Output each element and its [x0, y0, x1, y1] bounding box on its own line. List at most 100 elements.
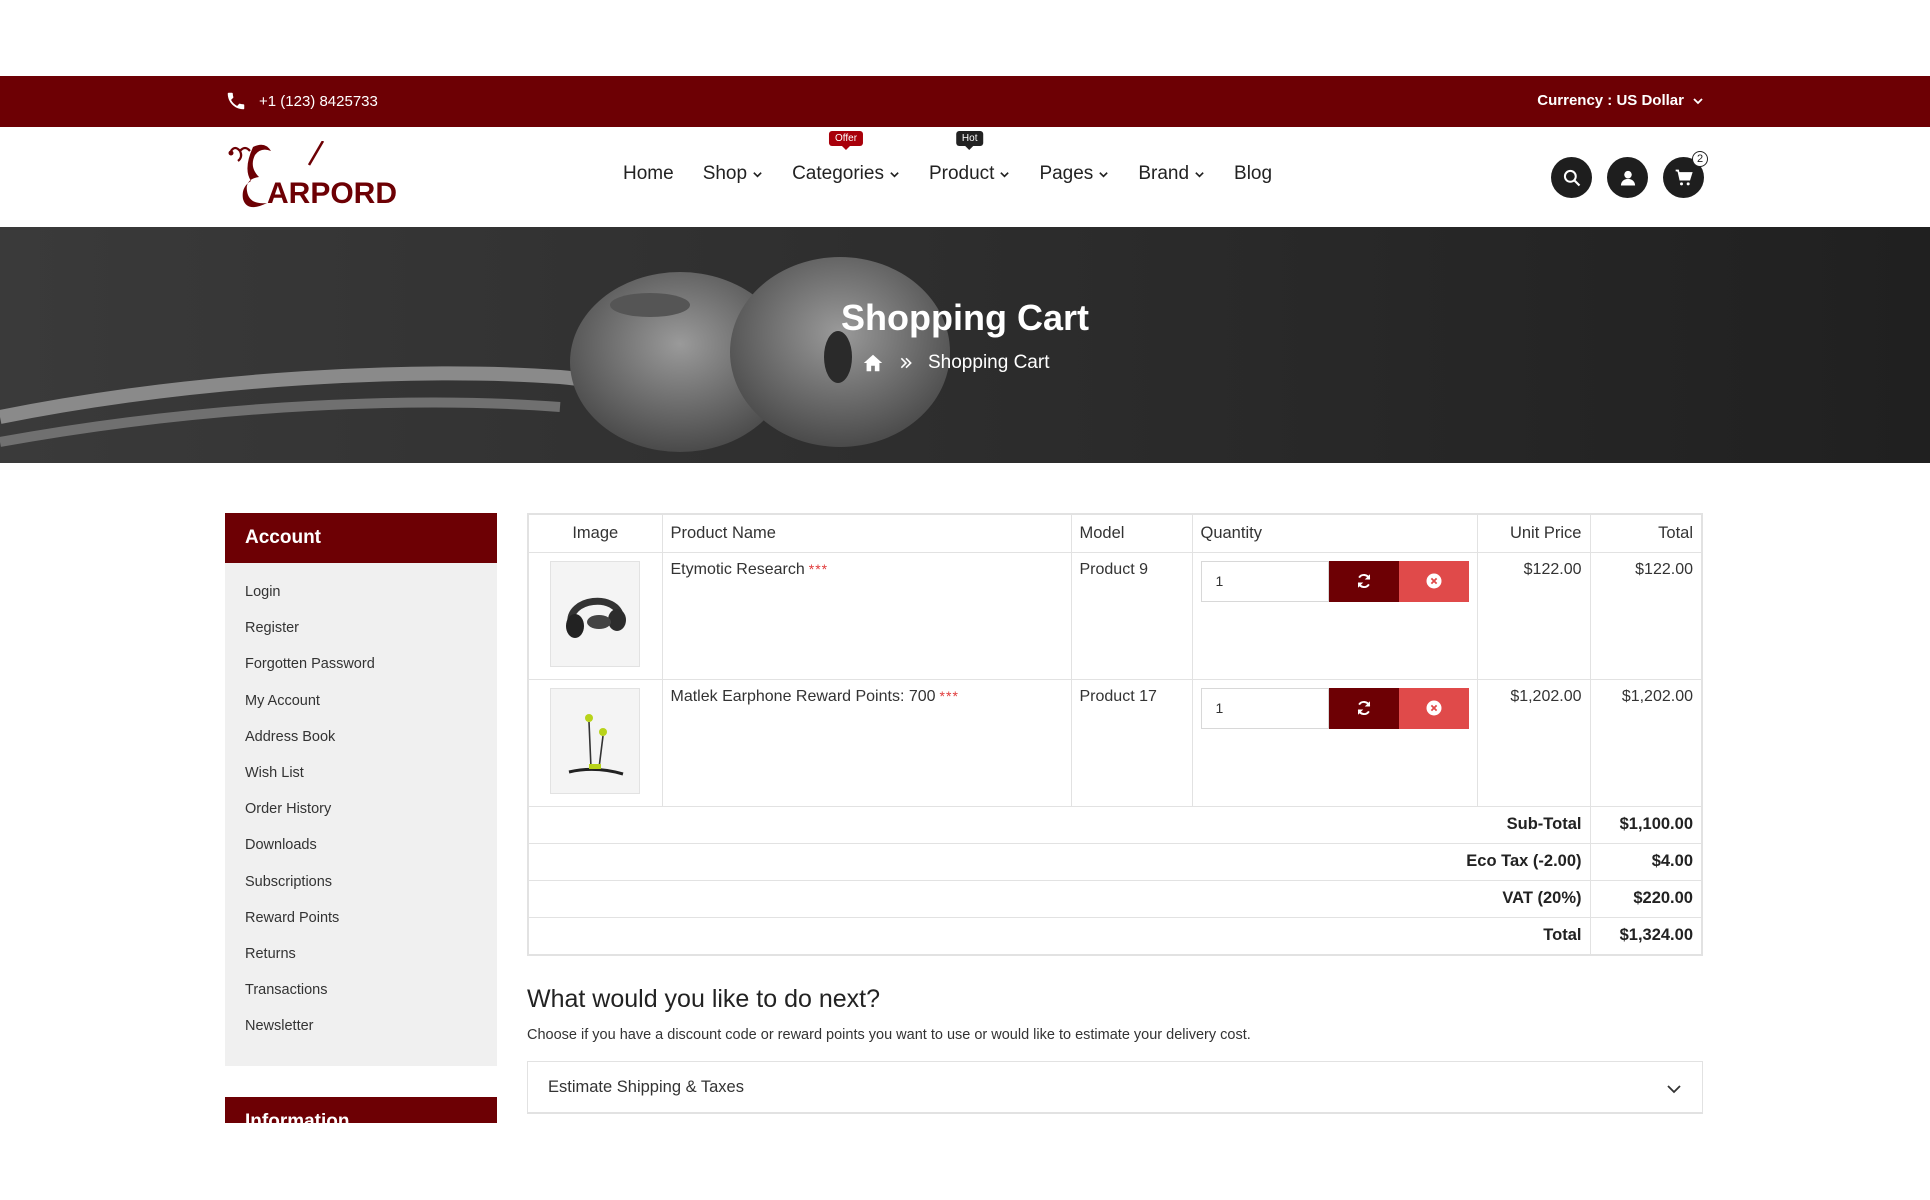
header-actions: 2	[1551, 151, 1708, 198]
nav-label: Shop	[702, 163, 748, 184]
summary-label: Eco Tax (-2.00)	[529, 843, 1591, 881]
summary-row-subtotal: Sub-Total $1,100.00	[529, 806, 1701, 844]
page-bottom-whitespace	[0, 1123, 1930, 1200]
nav-label: Home	[623, 163, 674, 184]
sidebar-item-newsletter[interactable]: Newsletter	[225, 1009, 497, 1045]
summary-label: VAT (20%)	[529, 880, 1591, 918]
sidebar-item-forgotten-password[interactable]: Forgotten Password	[225, 647, 497, 683]
quantity-input[interactable]	[1200, 687, 1329, 729]
product-model: Product 17	[1071, 679, 1193, 807]
nav-blog[interactable]: Blog	[1234, 163, 1272, 185]
summary-label: Total	[529, 917, 1591, 954]
summary-row-total: Total $1,324.00	[529, 917, 1701, 954]
page: +1 (123) 8425733 Currency : US Dollar AR…	[0, 0, 1930, 1200]
search-icon	[1563, 169, 1580, 186]
information-sidebar: Information	[225, 1097, 497, 1123]
sidebar-item-downloads[interactable]: Downloads	[225, 828, 497, 864]
sidebar-item-order-history[interactable]: Order History	[225, 792, 497, 828]
header: ARPORD Home Shop Offer Categories Hot Pr…	[0, 127, 1930, 227]
product-name-cell: Matlek Earphone Reward Points: 700 ***	[662, 679, 1072, 807]
currency-selector[interactable]: Currency : US Dollar	[1537, 92, 1704, 109]
currency-label: Currency : US Dollar	[1537, 92, 1684, 109]
nav-pages[interactable]: Pages	[1039, 163, 1109, 185]
product-name-link[interactable]: Matlek Earphone Reward Points: 700	[671, 688, 936, 705]
unit-price: $122.00	[1477, 552, 1591, 680]
phone-number: +1 (123) 8425733	[259, 92, 378, 110]
remove-button[interactable]	[1398, 560, 1469, 602]
sidebar-item-login[interactable]: Login	[225, 575, 497, 611]
nav-home[interactable]: Home	[623, 163, 674, 185]
nav-categories[interactable]: Offer Categories	[792, 131, 900, 185]
col-product-name: Product Name	[662, 515, 1072, 553]
nav-label: Product	[928, 163, 995, 184]
earphones-image	[568, 713, 624, 775]
cart-table: Image Product Name Model Quantity Unit P…	[527, 513, 1703, 956]
close-circle-icon	[1426, 700, 1441, 716]
page-title: Shopping Cart	[841, 297, 1089, 338]
col-image: Image	[529, 515, 663, 553]
remove-button[interactable]	[1398, 687, 1469, 729]
sidebar-item-returns[interactable]: Returns	[225, 937, 497, 973]
table-header-row: Image Product Name Model Quantity Unit P…	[529, 515, 1701, 553]
quantity-control	[1200, 687, 1469, 729]
nav-label: Categories	[792, 163, 884, 184]
sidebar-item-address-book[interactable]: Address Book	[225, 720, 497, 756]
page-banner: Shopping Cart Shopping Cart	[0, 227, 1930, 463]
product-name-link[interactable]: Etymotic Research	[671, 561, 805, 578]
sidebar-item-register[interactable]: Register	[225, 611, 497, 647]
top-bar: +1 (123) 8425733 Currency : US Dollar	[0, 76, 1930, 127]
quantity-control	[1200, 560, 1469, 602]
cart-icon	[1675, 169, 1693, 185]
sidebar-item-reward-points[interactable]: Reward Points	[225, 901, 497, 937]
phone-icon	[227, 92, 245, 110]
headphones-image	[566, 597, 627, 638]
nav-brand[interactable]: Brand	[1138, 163, 1205, 185]
double-chevron-right-icon	[900, 357, 912, 369]
update-button[interactable]	[1328, 560, 1399, 602]
col-model: Model	[1071, 515, 1193, 553]
update-button[interactable]	[1328, 687, 1399, 729]
chevron-down-icon	[1000, 171, 1010, 178]
sidebar-item-my-account[interactable]: My Account	[225, 684, 497, 720]
summary-row-vat: VAT (20%) $220.00	[529, 880, 1701, 918]
close-circle-icon	[1426, 573, 1441, 589]
search-button[interactable]	[1551, 157, 1592, 198]
sidebar-item-subscriptions[interactable]: Subscriptions	[225, 865, 497, 901]
home-icon[interactable]	[862, 352, 884, 374]
svg-text:ARPORD: ARPORD	[267, 177, 397, 210]
refresh-icon	[1357, 700, 1370, 716]
nav-product[interactable]: Hot Product	[928, 131, 1010, 185]
quantity-cell	[1192, 679, 1478, 807]
accordion-label: Estimate Shipping & Taxes	[548, 1078, 744, 1096]
quantity-input[interactable]	[1200, 560, 1329, 602]
user-icon	[1620, 170, 1635, 185]
nav-label: Brand	[1138, 163, 1190, 184]
account-button[interactable]	[1607, 157, 1648, 198]
breadcrumb: Shopping Cart	[862, 352, 1049, 374]
stock-warning: ***	[808, 560, 829, 577]
chevron-down-icon	[1195, 171, 1204, 178]
sidebar-heading: Account	[225, 513, 497, 563]
stock-warning: ***	[939, 687, 959, 704]
table-row: Matlek Earphone Reward Points: 700 *** Pr…	[529, 679, 1701, 807]
breadcrumb-current[interactable]: Shopping Cart	[928, 352, 1049, 374]
col-quantity: Quantity	[1192, 515, 1478, 553]
summary-value: $220.00	[1590, 880, 1701, 918]
sidebar-item-transactions[interactable]: Transactions	[225, 973, 497, 1009]
sidebar-item-wish-list[interactable]: Wish List	[225, 756, 497, 792]
summary-row-eco-tax: Eco Tax (-2.00) $4.00	[529, 843, 1701, 881]
product-model: Product 9	[1071, 552, 1193, 680]
nav-shop[interactable]: Shop	[703, 163, 763, 185]
phone-contact[interactable]: +1 (123) 8425733	[225, 90, 378, 112]
cart-button[interactable]: 2	[1663, 151, 1708, 198]
product-image-cell	[529, 679, 663, 807]
product-thumbnail[interactable]	[550, 560, 641, 667]
col-unit-price: Unit Price	[1477, 515, 1591, 553]
earpord-logo[interactable]: ARPORD	[225, 141, 405, 215]
estimate-shipping-accordion[interactable]: Estimate Shipping & Taxes	[527, 1061, 1703, 1114]
earbuds-background-image	[0, 227, 1930, 463]
product-thumbnail[interactable]	[550, 687, 641, 794]
summary-value: $1,324.00	[1619, 925, 1693, 944]
sidebar-heading: Information	[245, 1111, 350, 1123]
nav-label: Blog	[1234, 163, 1273, 184]
